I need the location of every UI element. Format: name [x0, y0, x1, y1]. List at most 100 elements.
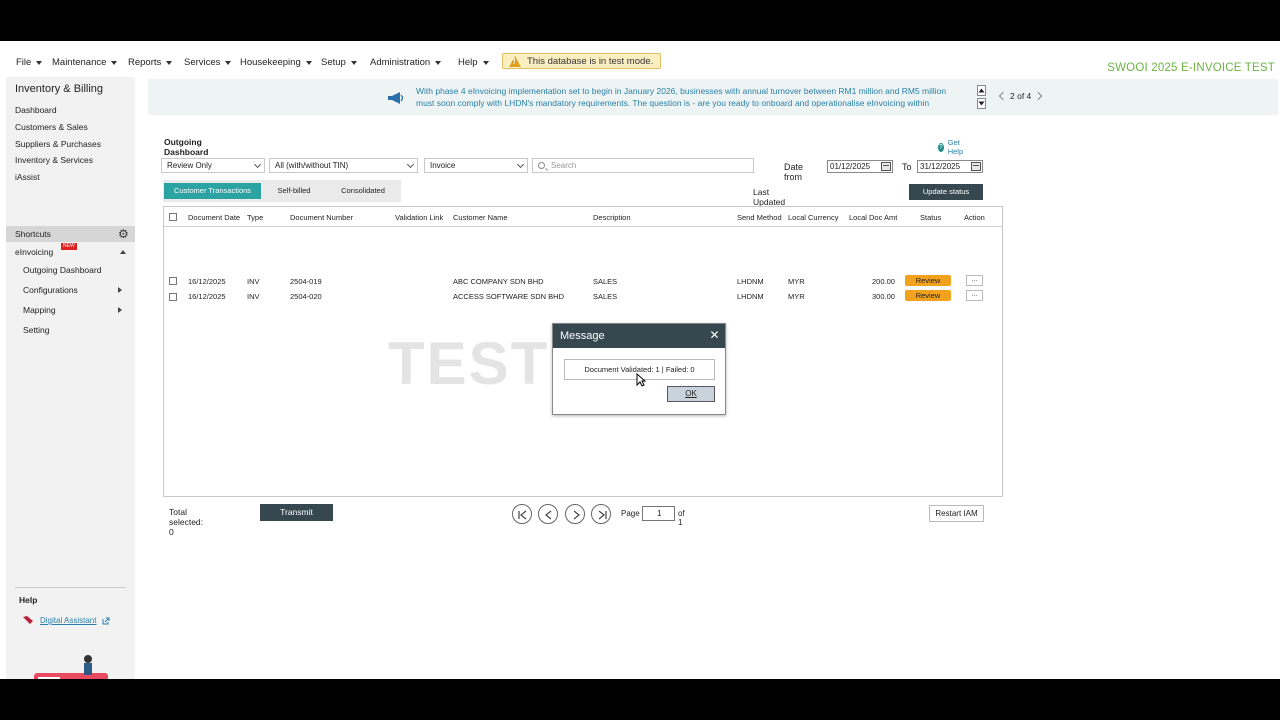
- search-icon: [538, 162, 545, 169]
- cell-type: INV: [247, 277, 260, 286]
- menu-services[interactable]: Services: [184, 57, 232, 68]
- cell-number: 2504-020: [290, 292, 322, 301]
- menu-file[interactable]: File: [16, 57, 43, 68]
- menu-housekeeping[interactable]: Housekeeping: [240, 57, 312, 68]
- chevron-down-icon: [111, 60, 118, 65]
- column-header[interactable]: Document Date: [188, 213, 240, 222]
- cell-description: SALES: [593, 292, 618, 301]
- column-header[interactable]: Action: [964, 213, 985, 222]
- sidebar-item-einvoicing[interactable]: eInvoicing: [15, 247, 53, 257]
- menu-reports[interactable]: Reports: [128, 57, 173, 68]
- column-header[interactable]: Local Doc Amt: [849, 213, 897, 222]
- chevron-up-icon[interactable]: [120, 250, 126, 254]
- tab-consolidated[interactable]: Consolidated: [329, 183, 397, 199]
- announcement-line-1: With phase 4 eInvoicing implementation s…: [416, 86, 947, 96]
- next-page-button[interactable]: [565, 504, 585, 524]
- first-page-button[interactable]: [512, 504, 532, 524]
- assistant-icon: [23, 616, 33, 624]
- menu-bar: File Maintenance Reports Services Housek…: [0, 47, 1280, 77]
- tin-filter-select[interactable]: All (with/without TIN): [269, 158, 418, 173]
- search-input[interactable]: Search: [532, 158, 754, 173]
- chevron-left-icon[interactable]: [998, 91, 1008, 101]
- cell-amount: 300.00: [872, 292, 895, 301]
- row-checkbox[interactable]: [169, 277, 177, 285]
- get-help-link[interactable]: ? Get Help: [938, 138, 966, 156]
- menu-housekeeping-label: Housekeeping: [240, 57, 301, 68]
- column-header[interactable]: Send Method: [737, 213, 782, 222]
- date-from-field[interactable]: 01/12/2025: [827, 160, 893, 173]
- sidebar-item-iassist[interactable]: iAssist: [15, 172, 40, 182]
- column-header[interactable]: Type: [247, 213, 263, 222]
- announcement-text: With phase 4 eInvoicing implementation s…: [416, 85, 976, 109]
- cell-currency: MYR: [788, 277, 805, 286]
- announcement-scrollbar[interactable]: [977, 85, 987, 110]
- cell-number: 2504-019: [290, 277, 322, 286]
- digital-assistant-link[interactable]: Digital Assistant: [22, 615, 110, 626]
- prev-page-button[interactable]: [538, 504, 558, 524]
- menu-maintenance[interactable]: Maintenance: [52, 57, 118, 68]
- row-action-button[interactable]: ...: [966, 275, 983, 286]
- restart-iam-button[interactable]: Restart IAM: [929, 505, 984, 522]
- sidebar-item-shortcuts[interactable]: Shortcuts ⚙: [6, 226, 135, 242]
- status-filter-select[interactable]: Review Only: [161, 158, 265, 173]
- dialog-titlebar[interactable]: Message ✕: [553, 324, 725, 348]
- chevron-right-icon[interactable]: [118, 287, 122, 293]
- page-input[interactable]: 1: [642, 506, 675, 521]
- sidebar-item-outgoing-dashboard[interactable]: Outgoing Dashboard: [23, 265, 101, 275]
- column-header[interactable]: Local Currency: [788, 213, 838, 222]
- column-header[interactable]: Validation Link: [395, 213, 443, 222]
- chevron-down-icon: [406, 160, 415, 169]
- menu-administration-label: Administration: [370, 57, 431, 68]
- scroll-up-icon[interactable]: [977, 85, 986, 96]
- sidebar-item-inventory-services[interactable]: Inventory & Services: [15, 155, 93, 165]
- sidebar-item-configurations[interactable]: Configurations: [23, 285, 78, 295]
- announcement-pager: 2 of 4: [998, 91, 1043, 101]
- test-mode-text: This database is in test mode.: [527, 55, 654, 67]
- row-action-button[interactable]: ...: [966, 290, 983, 301]
- app-window: File Maintenance Reports Services Housek…: [0, 41, 1280, 679]
- close-icon[interactable]: ✕: [709, 329, 720, 341]
- column-header[interactable]: Document Number: [290, 213, 353, 222]
- total-selected: Total selected: 0: [169, 507, 204, 537]
- column-header[interactable]: Customer Name: [453, 213, 508, 222]
- doc-type-select[interactable]: Invoice: [424, 158, 528, 173]
- table-header: Document Date Type Document Number Valid…: [164, 207, 1002, 227]
- menu-administration[interactable]: Administration: [370, 57, 442, 68]
- sidebar-item-suppliers-purchases[interactable]: Suppliers & Purchases: [15, 139, 101, 149]
- tab-self-billed[interactable]: Self-billed: [263, 183, 325, 199]
- scroll-down-icon[interactable]: [977, 98, 986, 109]
- chevron-right-icon[interactable]: [1034, 91, 1043, 101]
- gear-icon[interactable]: ⚙: [118, 228, 129, 240]
- chevron-down-icon: [516, 160, 525, 169]
- message-dialog: Message ✕ Document Validated: 1 | Failed…: [552, 323, 726, 415]
- ok-button[interactable]: OK: [667, 386, 715, 402]
- column-header[interactable]: Description: [593, 213, 631, 222]
- status-badge[interactable]: Review: [905, 275, 951, 286]
- sidebar-item-setting[interactable]: Setting: [23, 325, 49, 335]
- select-all-checkbox[interactable]: [169, 213, 177, 221]
- date-to-field[interactable]: 31/12/2025: [917, 160, 983, 173]
- menu-setup[interactable]: Setup: [321, 57, 357, 68]
- menu-reports-label: Reports: [128, 57, 162, 68]
- update-status-button[interactable]: Update status: [909, 184, 983, 200]
- status-badge[interactable]: Review: [905, 290, 951, 301]
- sidebar-item-dashboard[interactable]: Dashboard: [15, 105, 57, 115]
- chevron-down-icon: [350, 60, 357, 65]
- chevron-right-icon[interactable]: [118, 307, 122, 313]
- column-header[interactable]: Status: [920, 213, 941, 222]
- calendar-icon[interactable]: [881, 162, 891, 171]
- calendar-icon[interactable]: [971, 162, 981, 171]
- cell-amount: 200.00: [872, 277, 895, 286]
- mouse-cursor-icon: [636, 373, 646, 387]
- sidebar-item-customers-sales[interactable]: Customers & Sales: [15, 122, 88, 132]
- last-page-button[interactable]: [591, 504, 611, 524]
- date-to-label: To: [902, 162, 912, 172]
- tab-customer-transactions[interactable]: Customer Transactions: [164, 183, 261, 199]
- row-checkbox[interactable]: [169, 293, 177, 301]
- chevron-down-icon: [36, 60, 43, 65]
- menu-help[interactable]: Help: [458, 57, 489, 68]
- new-badge: NEW: [61, 243, 77, 250]
- sidebar-item-mapping[interactable]: Mapping: [23, 305, 56, 315]
- date-from-value: 01/12/2025: [830, 162, 871, 171]
- transmit-button[interactable]: Transmit: [260, 504, 333, 521]
